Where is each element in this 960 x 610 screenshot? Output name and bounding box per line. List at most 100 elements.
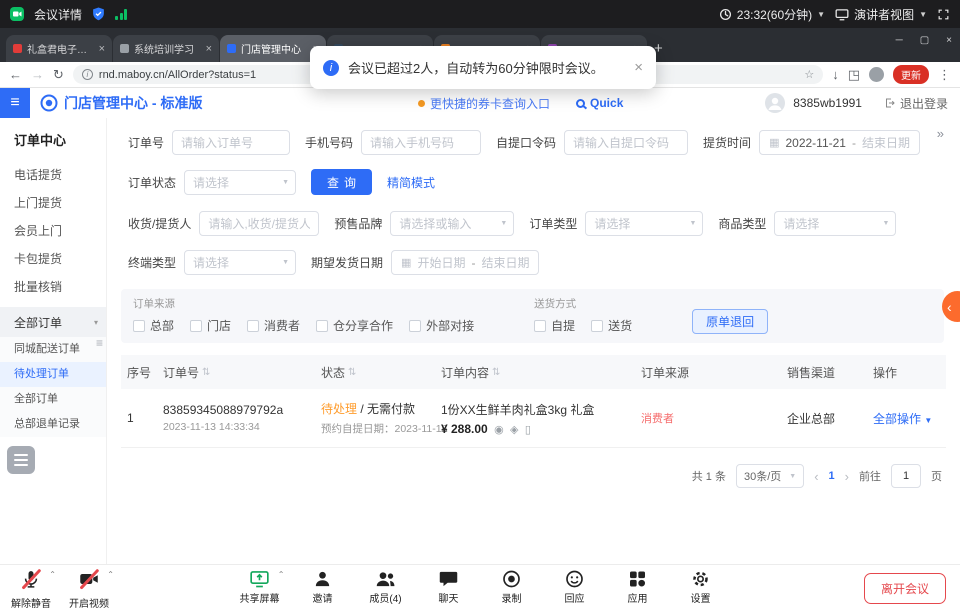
checkbox-external[interactable] (409, 320, 421, 332)
current-page[interactable]: 1 (829, 470, 835, 482)
sidebar-item-door-pickup[interactable]: 上门提货 (0, 189, 106, 217)
settings-button[interactable]: 设置 (678, 569, 724, 605)
window-close-icon[interactable]: × (946, 35, 952, 46)
window-maximize-icon[interactable]: ▢ (920, 35, 929, 46)
quick-coupon-link[interactable]: 更快捷的券卡查询入口 (418, 95, 550, 112)
checkbox-hq[interactable] (133, 320, 145, 332)
site-info-icon[interactable]: i (82, 69, 93, 80)
apps-button[interactable]: 应用 (615, 569, 661, 605)
start-video-button[interactable]: ⌃ 开启视频 (66, 569, 112, 610)
browser-tab[interactable]: 礼盒君电子卡管理中心× (6, 35, 112, 62)
download-icon[interactable]: ↓ (832, 68, 839, 81)
security-shield-icon[interactable] (92, 7, 105, 21)
sidebar-item-card-pickup[interactable]: 卡包提货 (0, 245, 106, 273)
refresh-icon[interactable]: ↻ (53, 68, 64, 81)
terminal-select[interactable]: 请选择 ▼ (184, 250, 296, 275)
search-button[interactable]: 查询 (311, 169, 372, 195)
mic-muted-icon (21, 569, 41, 594)
pick-code-input[interactable] (564, 130, 688, 155)
logout-button[interactable]: 退出登录 (884, 95, 948, 112)
extensions-icon[interactable]: ◳ (848, 68, 860, 81)
chat-button[interactable]: 聊天 (426, 569, 472, 605)
phone-input[interactable] (361, 130, 481, 155)
quick-search-link[interactable]: Quick (576, 96, 623, 110)
user-avatar[interactable] (765, 93, 785, 113)
gift-icon[interactable]: ◈ (510, 424, 518, 436)
tab-close-icon[interactable]: × (206, 43, 212, 55)
simple-mode-link[interactable]: 精简模式 (387, 174, 435, 191)
checkbox-warehouse-coop[interactable] (316, 320, 328, 332)
unmute-button[interactable]: ⌃ 解除静音 (8, 569, 54, 610)
leave-meeting-button[interactable]: 离开会议 (864, 573, 946, 604)
checkbox-store[interactable] (190, 320, 202, 332)
chevron-down-icon: ▼ (882, 220, 889, 227)
list-panel-toggle-icon[interactable] (7, 446, 35, 474)
row-action-dropdown[interactable]: 全部操作 ▼ (867, 410, 946, 427)
sort-icon[interactable]: ⇅ (492, 367, 500, 378)
record-button[interactable]: 录制 (489, 569, 535, 605)
pick-time-start[interactable]: 2022-11-21 (785, 136, 846, 150)
next-page-icon[interactable]: › (845, 469, 849, 484)
forward-icon[interactable]: → (31, 68, 44, 81)
goto-page-input[interactable] (891, 464, 921, 488)
checkbox-delivery[interactable] (591, 320, 603, 332)
sidebar-item-batch-verify[interactable]: 批量核销 (0, 273, 106, 301)
sidebar-item-city-delivery[interactable]: 同城配送订单 (0, 337, 106, 362)
meeting-details-link[interactable]: 会议详情 (34, 6, 82, 23)
view-mode-selector[interactable]: 演讲者视图 ▼ (835, 6, 927, 23)
invite-button[interactable]: 邀请 (300, 569, 346, 605)
sidebar-item-hq-refund-log[interactable]: 总部退单记录 (0, 412, 106, 437)
network-signal-icon[interactable] (115, 9, 127, 20)
pick-time-range-input[interactable]: ▦ 2022-11-21 - 结束日期 (759, 130, 920, 155)
bookmark-star-icon[interactable]: ☆ (804, 68, 814, 81)
collapse-chevrons-icon[interactable]: » (937, 126, 944, 141)
goods-type-select[interactable]: 请选择 ▼ (774, 211, 896, 236)
status-select[interactable]: 请选择 ▼ (184, 170, 296, 195)
chevron-up-icon[interactable]: ⌃ (107, 570, 114, 579)
reaction-button[interactable]: 回应 (552, 569, 598, 605)
browser-menu-icon[interactable]: ⋮ (938, 68, 951, 81)
chevron-up-icon[interactable]: ⌃ (278, 570, 285, 579)
sidebar-group-all-orders[interactable]: 全部订单 ▾ (0, 307, 106, 337)
window-minimize-icon[interactable]: ─ (896, 35, 903, 46)
expect-date-range-input[interactable]: ▦ 开始日期 - 结束日期 (391, 250, 539, 275)
members-button[interactable]: 成员(4) (363, 569, 409, 605)
checkbox-self-pickup[interactable] (534, 320, 546, 332)
phone-icon[interactable]: ▯ (525, 424, 531, 436)
remark-icon[interactable]: ◉ (494, 424, 504, 436)
original-order-return-button[interactable]: 原单退回 (692, 309, 768, 334)
browser-profile-avatar[interactable] (869, 67, 884, 82)
browser-update-button[interactable]: 更新 (893, 65, 929, 84)
share-screen-button[interactable]: ⌃ 共享屏幕 (237, 569, 283, 605)
toast-close-icon[interactable]: × (634, 59, 643, 76)
sidebar-item-phone-pickup[interactable]: 电话提货 (0, 161, 106, 189)
tab-close-icon[interactable]: × (99, 43, 105, 55)
checkbox-consumer[interactable] (247, 320, 259, 332)
sidebar-item-all-orders[interactable]: 全部订单 (0, 387, 106, 412)
brand-select[interactable]: 请选择或输入 ▼ (390, 211, 514, 236)
pagination-total: 共 1 条 (692, 468, 726, 484)
receiver-input[interactable] (199, 211, 319, 236)
page-size-select[interactable]: 30条/页 ▼ (736, 464, 804, 488)
meeting-timer[interactable]: 23:32(60分钟) ▼ (719, 6, 825, 23)
chevron-down-icon: ▼ (500, 220, 507, 227)
expect-date-label: 期望发货日期 (311, 254, 383, 271)
fullscreen-icon[interactable] (937, 8, 950, 21)
prev-page-icon[interactable]: ‹ (814, 469, 818, 484)
sort-icon[interactable]: ⇅ (202, 367, 210, 378)
invite-person-icon (313, 569, 333, 589)
back-icon[interactable]: ← (9, 68, 22, 81)
pick-time-end[interactable]: 结束日期 (862, 134, 910, 151)
table-row[interactable]: 1 83859345088979792a 2023-11-13 14:33:34… (121, 389, 946, 448)
sort-icon[interactable]: ⇅ (348, 367, 356, 378)
sidebar-item-pending-orders[interactable]: 待处理订单 (0, 362, 106, 387)
order-type-select[interactable]: 请选择 ▼ (585, 211, 703, 236)
browser-tab[interactable]: 系统培训学习× (113, 35, 219, 62)
menu-toggle-button[interactable]: ≡ (0, 88, 30, 118)
sidebar-drag-handle-icon[interactable]: ≡ (96, 336, 103, 350)
expect-date-start[interactable]: 开始日期 (417, 254, 465, 271)
order-no-input[interactable] (172, 130, 290, 155)
chevron-up-icon[interactable]: ⌃ (49, 570, 56, 579)
sidebar-item-member-visit[interactable]: 会员上门 (0, 217, 106, 245)
expect-date-end[interactable]: 结束日期 (481, 254, 529, 271)
